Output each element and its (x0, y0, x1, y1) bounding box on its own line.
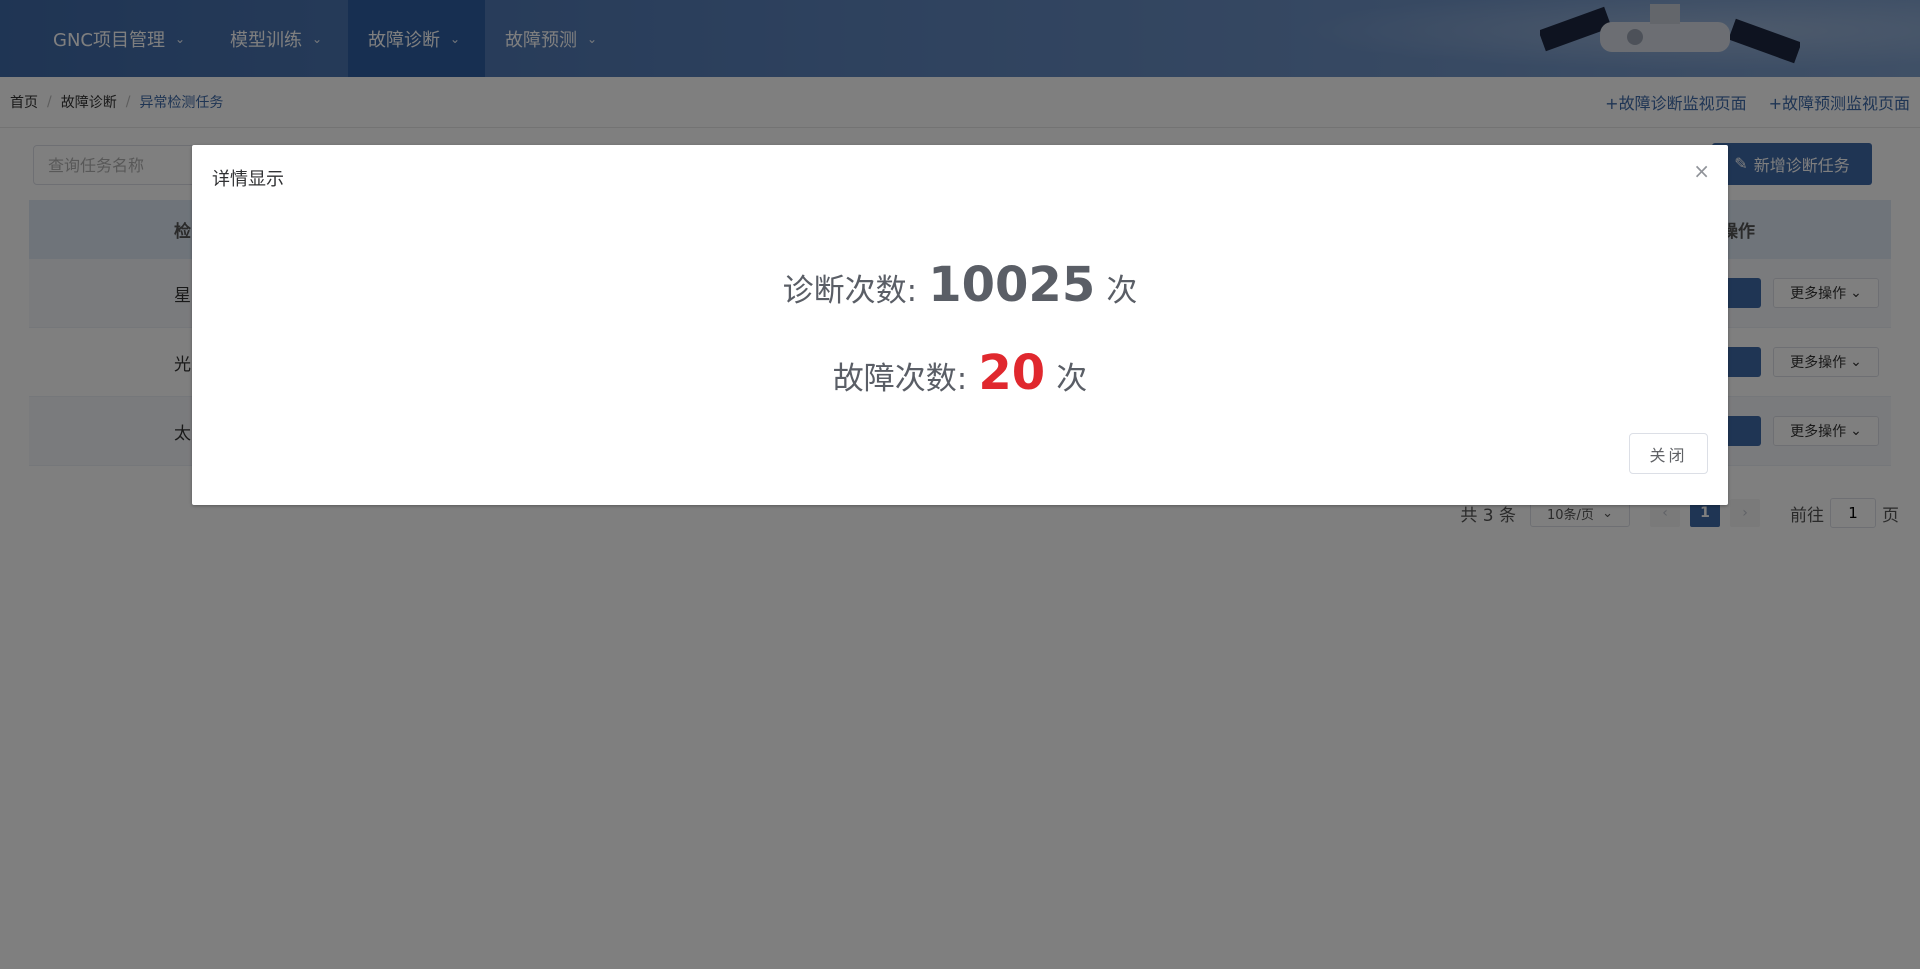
diagnosis-count: 诊断次数: 10025 次 (192, 257, 1728, 313)
diagnosis-count-label: 诊断次数: (782, 273, 918, 309)
fault-count-value: 20 (978, 345, 1046, 401)
dialog-title: 详情显示 (212, 169, 284, 190)
fault-count-label: 故障次数: (832, 361, 968, 397)
diagnosis-count-unit: 次 (1106, 273, 1138, 309)
diagnosis-count-value: 10025 (928, 257, 1096, 313)
fault-count: 故障次数: 20 次 (192, 345, 1728, 401)
detail-dialog: 详情显示 × 诊断次数: 10025 次 故障次数: 20 次 关闭 (192, 145, 1728, 505)
close-icon[interactable]: × (1693, 161, 1710, 181)
fault-count-unit: 次 (1056, 361, 1088, 397)
close-button[interactable]: 关闭 (1629, 433, 1708, 474)
